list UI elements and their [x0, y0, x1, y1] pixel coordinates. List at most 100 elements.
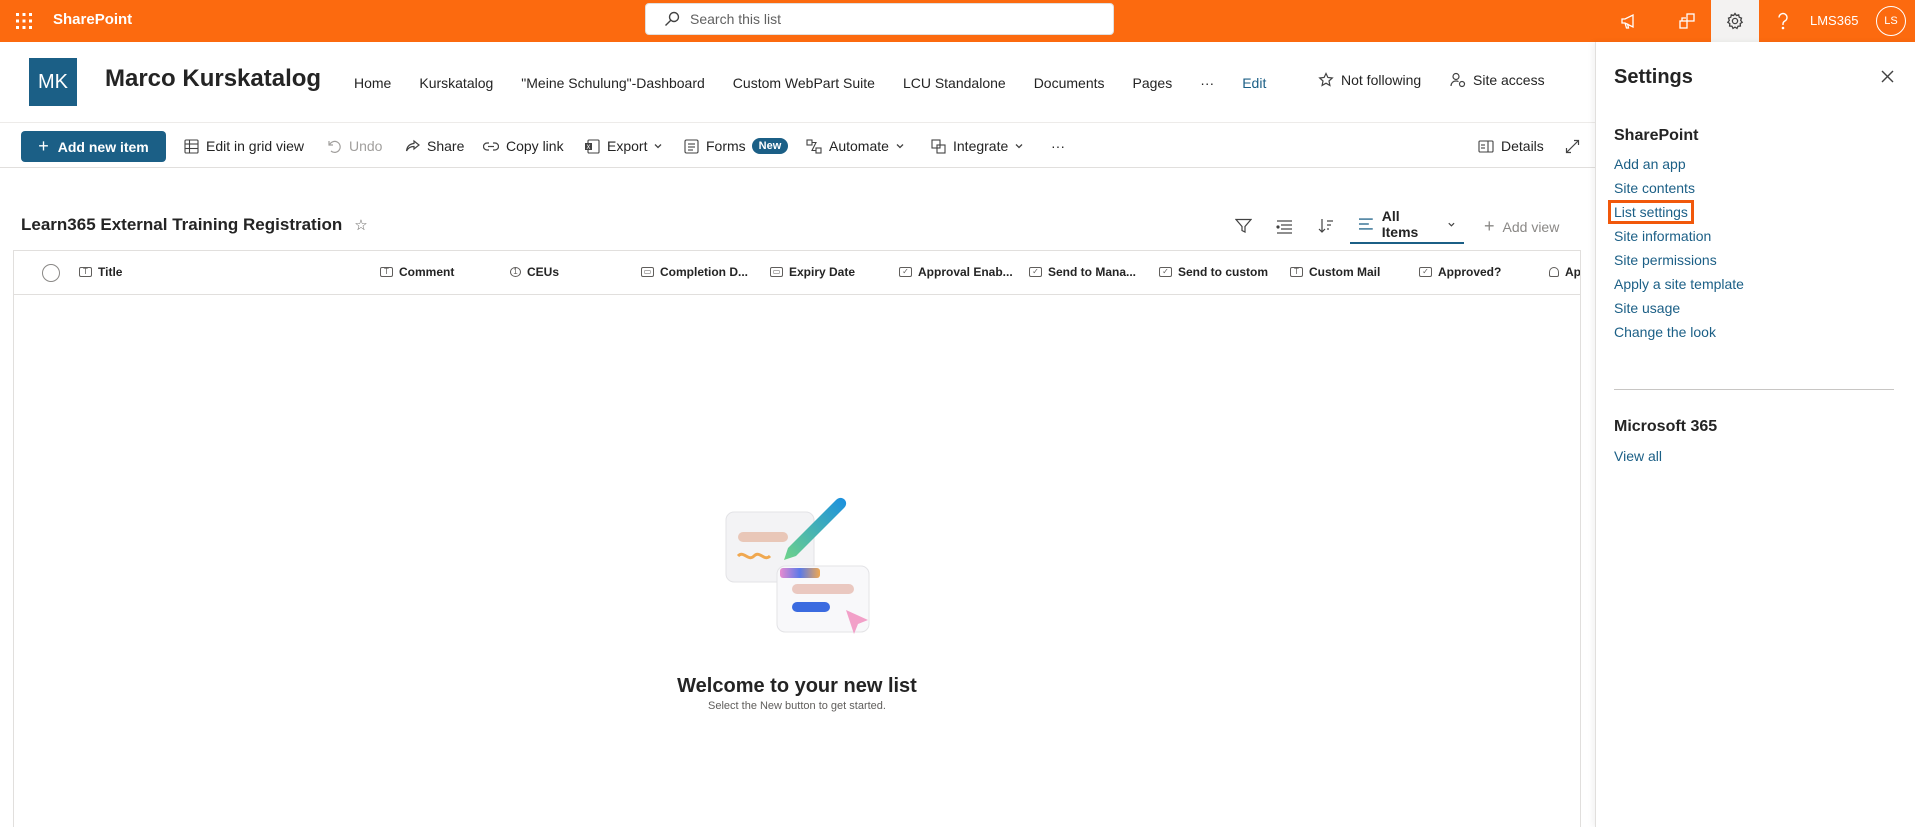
text-column-icon: T	[380, 267, 393, 277]
column-header-completion-date[interactable]: ▭ Completion D...	[641, 265, 748, 279]
nav-pages[interactable]: Pages	[1133, 75, 1173, 91]
integrate-button[interactable]: Integrate	[931, 135, 1024, 157]
column-header-ceus[interactable]: 1 CEUs	[510, 265, 559, 279]
app-launcher-icon[interactable]	[8, 5, 40, 37]
forms-icon	[684, 138, 699, 154]
automate-button[interactable]: Automate	[806, 135, 905, 157]
text-column-icon: T	[1290, 267, 1303, 277]
column-header-title[interactable]: T Title	[79, 265, 122, 279]
table-header: T Title T Comment 1 CEUs ▭ Completion D... ▭…	[14, 251, 1580, 295]
undo-button[interactable]: Undo	[327, 135, 382, 157]
group-by-icon[interactable]	[1270, 212, 1298, 240]
nav-more[interactable]: ···	[1200, 75, 1214, 91]
yes-no-column-icon: ✓	[1419, 267, 1432, 277]
empty-state-title: Welcome to your new list	[677, 675, 917, 697]
link-view-all[interactable]: View all	[1614, 448, 1662, 464]
plus-icon: +	[38, 136, 49, 156]
details-button[interactable]: Details	[1478, 135, 1544, 157]
text-column-icon: T	[79, 267, 92, 277]
column-header-approval-enabled[interactable]: ✓ Approval Enab...	[899, 265, 1013, 279]
link-site-contents[interactable]: Site contents	[1614, 180, 1695, 196]
favorite-star-icon[interactable]: ☆	[354, 216, 367, 234]
add-view-label: Add view	[1502, 218, 1560, 235]
follow-button[interactable]: Not following	[1318, 72, 1421, 88]
nav-lcu-standalone[interactable]: LCU Standalone	[903, 75, 1006, 91]
column-header-ap[interactable]: Ap	[1549, 265, 1580, 279]
link-apply-site-template[interactable]: Apply a site template	[1614, 276, 1744, 292]
people-settings-icon	[1450, 72, 1473, 88]
person-column-icon	[1549, 267, 1559, 277]
avatar[interactable]: LS	[1876, 6, 1906, 36]
close-icon[interactable]	[1875, 64, 1899, 88]
nav-custom-webpart-suite[interactable]: Custom WebPart Suite	[733, 75, 875, 91]
section-sharepoint: SharePoint	[1614, 127, 1699, 144]
list-title-text: Learn365 External Training Registration	[21, 215, 343, 234]
link-change-the-look[interactable]: Change the look	[1614, 324, 1716, 340]
export-label: Export	[607, 138, 648, 154]
undo-label: Undo	[349, 138, 383, 154]
share-label: Share	[427, 138, 465, 154]
plus-icon: +	[1484, 216, 1495, 236]
megaphone-icon[interactable]	[1605, 0, 1653, 42]
export-button[interactable]: X Export	[584, 135, 663, 157]
settings-gear-icon[interactable]	[1711, 0, 1759, 42]
column-header-comment[interactable]: T Comment	[380, 265, 454, 279]
link-icon	[483, 141, 499, 151]
nav-meine-schulung-dashboard[interactable]: "Meine Schulung"-Dashboard	[521, 75, 705, 91]
flow-icon	[806, 138, 822, 154]
site-access-button[interactable]: Site access	[1450, 72, 1545, 88]
column-header-expiry-date[interactable]: ▭ Expiry Date	[770, 265, 855, 279]
section-microsoft-365: Microsoft 365	[1614, 418, 1718, 435]
nav-edit[interactable]: Edit	[1242, 75, 1266, 91]
yes-no-column-icon: ✓	[899, 267, 912, 277]
column-header-approved[interactable]: ✓ Approved?	[1419, 265, 1501, 279]
add-view-button[interactable]: + Add view	[1484, 216, 1559, 237]
feedback-icon[interactable]	[1663, 0, 1711, 42]
select-all-checkbox[interactable]	[42, 264, 60, 282]
app-name[interactable]: SharePoint	[53, 11, 132, 28]
copy-link-button[interactable]: Copy link	[483, 135, 564, 157]
column-header-send-to-manager[interactable]: ✓ Send to Mana...	[1029, 265, 1136, 279]
filter-icon[interactable]	[1229, 212, 1257, 240]
more-commands-button[interactable]: ···	[1051, 135, 1065, 157]
list-title[interactable]: Learn365 External Training Registration …	[21, 215, 368, 235]
grid-icon	[184, 138, 199, 154]
column-header-custom-mail[interactable]: T Custom Mail	[1290, 265, 1380, 279]
link-site-permissions[interactable]: Site permissions	[1614, 252, 1717, 268]
link-site-information[interactable]: Site information	[1614, 228, 1711, 244]
nav-kurskatalog[interactable]: Kurskatalog	[419, 75, 493, 91]
new-badge: New	[751, 138, 789, 154]
sort-icon[interactable]	[1312, 212, 1340, 240]
link-site-usage[interactable]: Site usage	[1614, 300, 1680, 316]
chevron-down-icon	[655, 144, 662, 149]
edit-grid-view-button[interactable]: Edit in grid view	[184, 135, 304, 157]
nav-documents[interactable]: Documents	[1034, 75, 1105, 91]
nav-home[interactable]: Home	[354, 75, 391, 91]
info-pane-icon	[1478, 139, 1494, 153]
yes-no-column-icon: ✓	[1029, 267, 1042, 277]
settings-panel-title: Settings	[1614, 66, 1693, 88]
number-column-icon: 1	[510, 267, 521, 277]
add-new-item-button[interactable]: + Add new item	[21, 131, 166, 162]
link-add-an-app[interactable]: Add an app	[1614, 156, 1686, 172]
share-icon	[405, 139, 420, 151]
settings-panel: Settings SharePoint Add an app Site cont…	[1595, 42, 1915, 827]
calendar-column-icon: ▭	[641, 267, 654, 277]
copy-link-label: Copy link	[506, 138, 564, 154]
forms-button[interactable]: Forms New	[684, 135, 789, 157]
share-button[interactable]: Share	[405, 135, 464, 157]
help-icon[interactable]	[1759, 0, 1807, 42]
column-header-send-to-custom[interactable]: ✓ Send to custom	[1159, 265, 1268, 279]
list-view-icon	[1358, 218, 1373, 230]
user-name[interactable]: LMS365	[1810, 13, 1858, 28]
site-title[interactable]: Marco Kurskatalog	[105, 65, 321, 93]
link-list-settings[interactable]: List settings	[1608, 200, 1694, 224]
site-logo[interactable]: MK	[29, 58, 77, 106]
view-selector-all-items[interactable]: All Items	[1350, 206, 1464, 244]
chevron-down-icon	[1015, 144, 1023, 149]
expand-button[interactable]	[1565, 135, 1587, 157]
search-input[interactable]: Search this list	[645, 3, 1114, 35]
expand-icon	[1565, 139, 1580, 153]
divider	[1614, 389, 1894, 390]
chevron-down-icon	[896, 144, 904, 149]
